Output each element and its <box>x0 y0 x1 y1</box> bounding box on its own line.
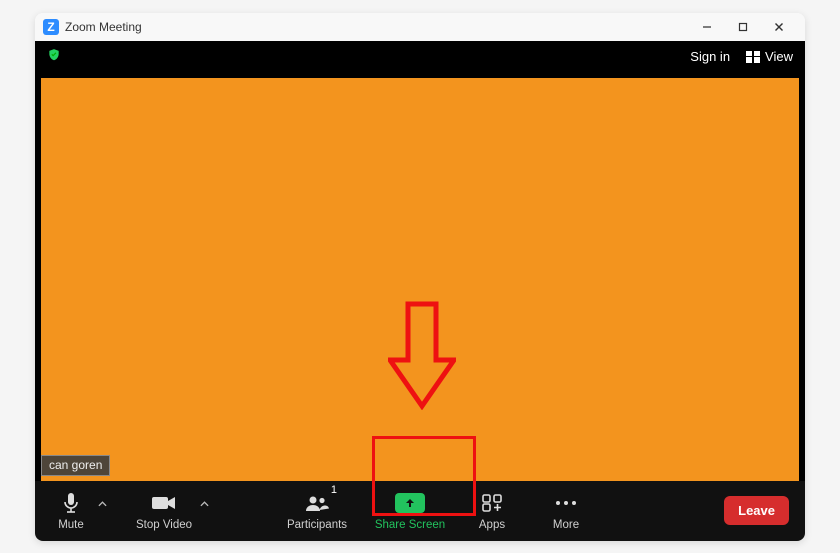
participants-label: Participants <box>287 519 347 531</box>
video-camera-icon <box>151 491 177 515</box>
close-button[interactable] <box>761 13 797 41</box>
video-options-caret[interactable] <box>195 474 213 534</box>
more-label: More <box>553 519 579 531</box>
video-content-area: can goren <box>35 73 805 481</box>
grid-view-icon <box>746 51 760 63</box>
more-dots-icon <box>554 491 578 515</box>
participants-count: 1 <box>331 484 337 496</box>
meeting-topbar: Sign in View <box>35 41 805 73</box>
encryption-shield-icon[interactable] <box>47 47 61 66</box>
stop-video-button[interactable]: Stop Video <box>133 481 195 541</box>
share-screen-icon <box>395 493 425 513</box>
participants-icon <box>304 491 330 515</box>
video-tile[interactable] <box>41 78 799 481</box>
apps-button[interactable]: Apps <box>471 481 513 541</box>
meeting-toolbar: Mute Stop Video 1 Participants <box>35 481 805 541</box>
participants-button[interactable]: 1 Participants <box>283 481 351 541</box>
minimize-button[interactable] <box>689 13 725 41</box>
view-label: View <box>765 49 793 64</box>
stop-video-label: Stop Video <box>136 519 192 531</box>
zoom-meeting-window: Z Zoom Meeting Sign in View can goren <box>35 13 805 541</box>
sign-in-link[interactable]: Sign in <box>690 49 730 64</box>
share-screen-button[interactable]: Share Screen <box>371 481 449 541</box>
apps-icon <box>481 491 503 515</box>
apps-label: Apps <box>479 519 505 531</box>
audio-options-caret[interactable] <box>93 474 111 534</box>
leave-button[interactable]: Leave <box>724 496 789 525</box>
zoom-logo-icon: Z <box>43 19 59 35</box>
share-screen-label: Share Screen <box>375 519 445 531</box>
view-button[interactable]: View <box>746 49 793 64</box>
maximize-button[interactable] <box>725 13 761 41</box>
titlebar: Z Zoom Meeting <box>35 13 805 41</box>
participant-name-badge: can goren <box>41 455 110 476</box>
more-button[interactable]: More <box>545 481 587 541</box>
window-title: Zoom Meeting <box>65 20 142 34</box>
microphone-icon <box>62 491 80 515</box>
mute-button[interactable]: Mute <box>49 481 93 541</box>
mute-label: Mute <box>58 519 84 531</box>
